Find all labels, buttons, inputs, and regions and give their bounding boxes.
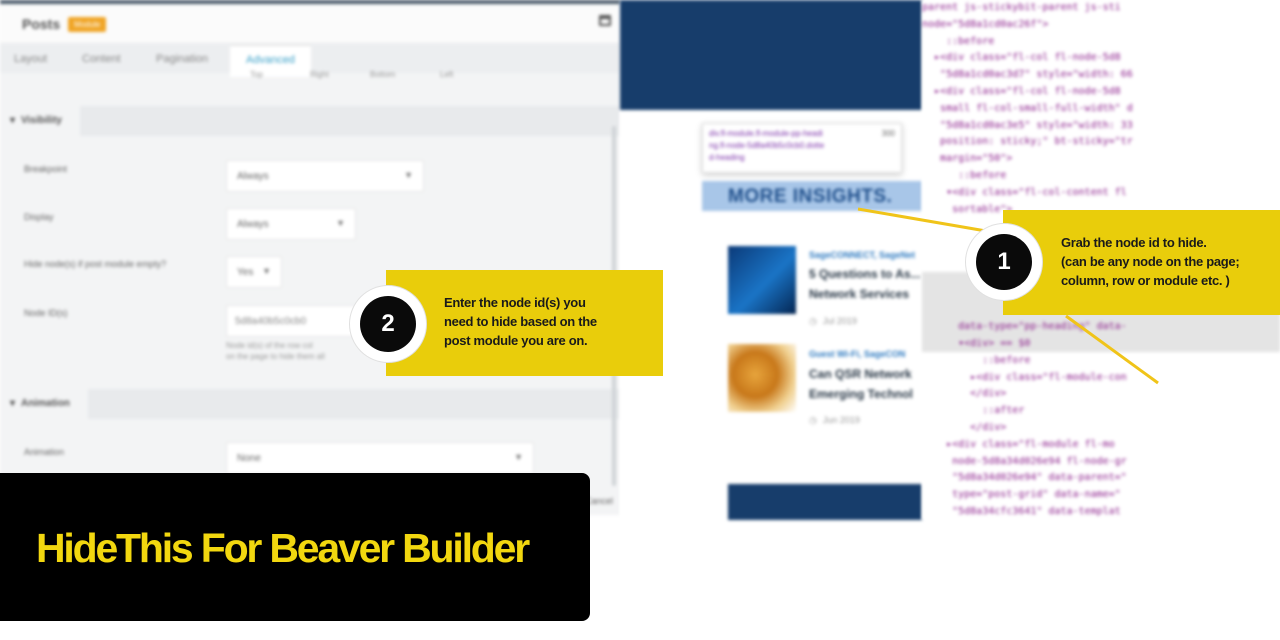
callout1-line3: column, row or module etc. )	[1061, 273, 1230, 288]
step-badge-2: 2	[350, 286, 426, 362]
devtools-code-line[interactable]: ▸<div class="fl-module-con	[922, 370, 1280, 387]
tab-advanced[interactable]: Advanced	[230, 45, 311, 77]
posts-settings-panel: Posts Module Layout Content Pagination A…	[0, 0, 620, 515]
display-select[interactable]: Always ▼	[226, 208, 356, 240]
devtools-code-line[interactable]: "5d8a34cfc3641" data-templat	[922, 504, 1280, 520]
devtools-code-line[interactable]: ::before	[922, 353, 1280, 370]
tooltip-selector-1: div.fl-module.fl-module-pp-headi	[709, 129, 823, 138]
devtools-code-line[interactable]: node-5d8a34d026e94 fl-node-gr	[922, 454, 1280, 471]
devtools-code-line[interactable]: </div>	[922, 420, 1280, 437]
devtools-code-line[interactable]: ::before	[922, 34, 1280, 51]
spacing-bottom-label: Bottom	[370, 70, 396, 79]
breakpoint-label: Breakpoint	[24, 164, 68, 174]
devtools-code-line[interactable]: </div>	[922, 386, 1280, 403]
callout2-line1: Enter the node id(s) you	[444, 295, 586, 310]
devtools-code-line[interactable]: ▸<div class="fl-module fl-mo	[922, 437, 1280, 454]
devtools-code-line[interactable]: ::after	[922, 403, 1280, 420]
chevron-down-icon: ▼	[404, 170, 413, 180]
breakpoint-value: Always	[237, 171, 269, 182]
callout2-line3: post module you are on.	[444, 333, 588, 348]
post-thumbnail[interactable]	[728, 246, 796, 314]
window-icon[interactable]	[599, 15, 611, 26]
callout1-line2: (can be any node on the page;	[1061, 254, 1240, 269]
chevron-down-icon: ▼	[514, 452, 523, 462]
post-title-line[interactable]: Network Services	[809, 285, 909, 304]
product-title: HideThis For Beaver Builder	[36, 525, 530, 571]
animation-label: Animation	[24, 447, 65, 457]
spacing-left-label: Left	[440, 70, 454, 79]
chevron-down-icon: ▼	[336, 218, 345, 228]
node-ids-value: 5d8a40b5c0cb0	[235, 316, 307, 327]
hide-nodes-label: Hide node(s) if post module empty?	[24, 259, 167, 269]
tooltip-selector-3: d-heading	[709, 153, 745, 162]
post-thumbnail[interactable]	[728, 344, 796, 412]
breakpoint-select[interactable]: Always ▼	[226, 160, 424, 192]
devtools-code-line[interactable]: position: sticky;" bt-sticky="tr	[922, 134, 1280, 151]
callout2-line2: need to hide based on the	[444, 314, 597, 329]
spacing-right-label: Right	[310, 70, 329, 79]
panel-title: Posts	[22, 16, 61, 32]
display-value: Always	[237, 219, 269, 230]
panel-header: Posts Module	[0, 4, 620, 44]
devtools-code-line[interactable]: "5d8a34d026e94" data-parent="	[922, 470, 1280, 487]
tab-layout[interactable]: Layout	[14, 53, 47, 65]
devtools-code-line[interactable]: data-type="pp-heading" data-	[922, 319, 1280, 336]
tab-pagination[interactable]: Pagination	[156, 53, 208, 65]
callout1-line1: Grab the node id to hide.	[1061, 235, 1207, 250]
node-ids-help-2: on the page to hide them all	[226, 352, 325, 361]
post-title-line[interactable]: 5 Questions to As...	[809, 265, 921, 284]
node-ids-label: Node ID(s)	[24, 308, 68, 318]
settings-tabs: Layout Content Pagination Advanced	[0, 45, 620, 77]
inspector-tooltip: div.fl-module.fl-module-pp-headi ng.fl-n…	[702, 123, 902, 173]
devtools-code-line[interactable]: type="post-grid" data-name="	[922, 487, 1280, 504]
preview-footer-block	[728, 484, 922, 520]
post-title-line[interactable]: Emerging Technol	[809, 385, 913, 404]
devtools-code-line[interactable]: ▸<div class="fl-col fl-node-5d8	[922, 84, 1280, 101]
callout-grab-node-id: Grab the node id to hide. (can be any no…	[1003, 210, 1280, 315]
post-date: Jun 2019	[809, 415, 860, 426]
module-badge: Module	[68, 17, 107, 32]
post-category[interactable]: SageCONNECT, SageNet	[809, 250, 915, 260]
title-banner: HideThis For Beaver Builder	[0, 473, 590, 621]
visibility-section-title: Visibility	[10, 115, 62, 126]
tab-content[interactable]: Content	[82, 53, 121, 65]
devtools-code-line[interactable]: ▾<div> == $0	[922, 336, 1280, 353]
chevron-down-icon: ▼	[262, 266, 271, 276]
step-number-1: 1	[976, 234, 1032, 290]
devtools-code-line[interactable]: ▸<div class="fl-col fl-node-5d8	[922, 50, 1280, 67]
heading-more-insights: MORE INSIGHTS.	[728, 186, 893, 207]
animation-section-header[interactable]: Animation	[0, 389, 620, 419]
page-preview: div.fl-module.fl-module-pp-headi ng.fl-n…	[620, 0, 922, 520]
animation-select[interactable]: None ▼	[226, 442, 534, 474]
spacing-top-label: Top	[250, 70, 263, 79]
devtools-code-line[interactable]: "5d8a1cd0ac3e5" style="width: 33	[922, 118, 1280, 135]
animation-value: None	[237, 453, 261, 464]
devtools-code-line[interactable]: small fl-col-small-full-width" d	[922, 101, 1280, 118]
post-title-line[interactable]: Can QSR Network	[809, 365, 912, 384]
devtools-code-line[interactable]: ::before	[922, 168, 1280, 185]
devtools-code-line[interactable]: "5d8a1cd0ac3d7" style="width: 66	[922, 67, 1280, 84]
devtools-code-line[interactable]: parent js-stickybit-parent js-sti	[922, 0, 1280, 17]
hide-nodes-value: Yes	[237, 267, 254, 278]
devtools-code-line[interactable]: node="5d8a1cd0ac26f">	[922, 17, 1280, 34]
highlighted-heading-node[interactable]: MORE INSIGHTS.	[702, 181, 922, 211]
hide-nodes-select[interactable]: Yes ▼	[226, 256, 282, 288]
devtools-code-line[interactable]: ▾<div class="fl-col-content fl	[922, 185, 1280, 202]
visibility-section-header[interactable]: Visibility	[0, 106, 620, 136]
animation-section-title: Animation	[10, 398, 70, 409]
tooltip-selector-2: ng.fl-node-5d8a40b5c0cb0.dotte	[709, 141, 825, 150]
post-category[interactable]: Guest Wi-Fi, SageCON	[809, 349, 905, 359]
step-number-2: 2	[360, 296, 416, 352]
tooltip-size: 300	[881, 129, 895, 138]
devtools-code-line[interactable]: margin="50">	[922, 151, 1280, 168]
display-label: Display	[24, 212, 54, 222]
preview-hero-banner	[620, 0, 922, 110]
post-date: Jul 2019	[809, 316, 857, 327]
step-badge-1: 1	[966, 224, 1042, 300]
callout-enter-node-ids: Enter the node id(s) you need to hide ba…	[386, 270, 663, 376]
